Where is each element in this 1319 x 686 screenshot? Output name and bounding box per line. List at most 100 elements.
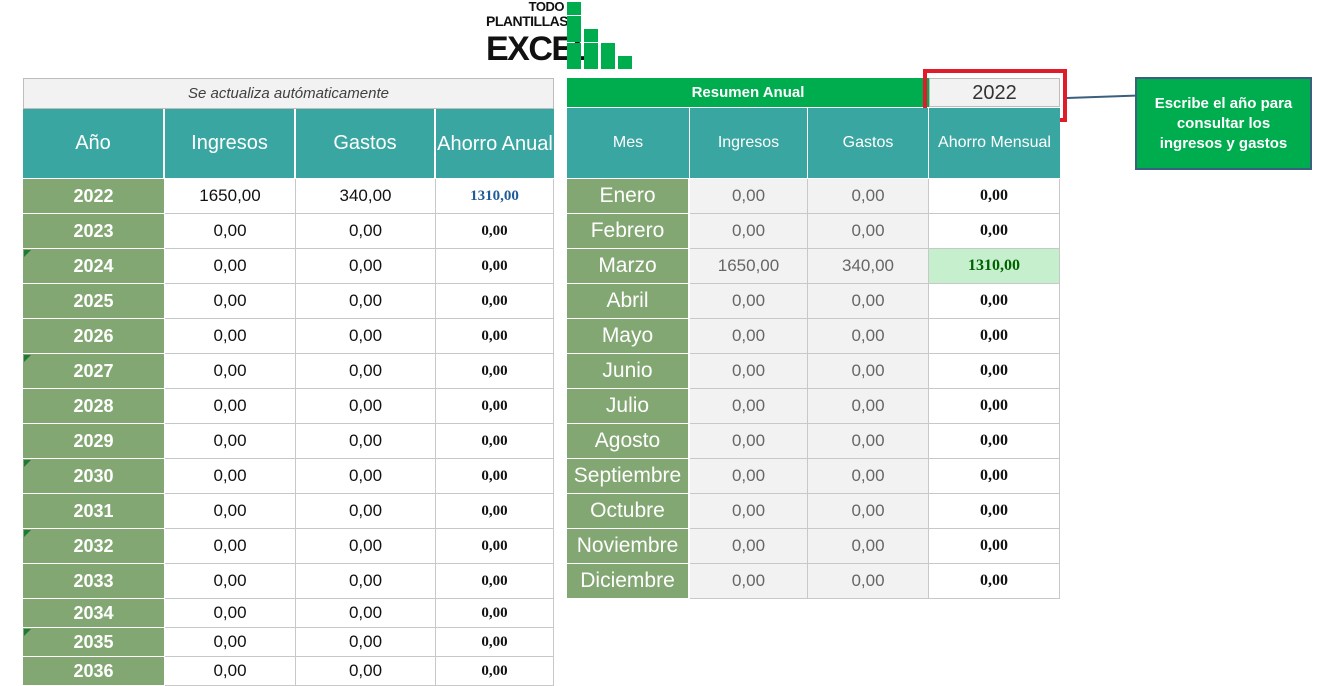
ingresos-cell[interactable]: 0,00 — [165, 424, 296, 459]
gastos-cell[interactable]: 0,00 — [296, 628, 436, 657]
gastos-cell[interactable]: 0,00 — [296, 564, 436, 599]
ingresos-cell[interactable]: 0,00 — [165, 284, 296, 319]
logo-square — [567, 42, 581, 56]
monthly-ingresos-cell[interactable]: 0,00 — [690, 459, 808, 494]
ingresos-cell[interactable]: 0,00 — [165, 354, 296, 389]
monthly-gastos-cell[interactable]: 0,00 — [808, 354, 929, 389]
ahorro-cell[interactable]: 1310,00 — [436, 179, 554, 214]
gastos-cell[interactable]: 0,00 — [296, 354, 436, 389]
ahorro-cell[interactable]: 0,00 — [436, 628, 554, 657]
year-cell: 2026 — [23, 319, 165, 354]
monthly-ahorro-cell[interactable]: 0,00 — [929, 389, 1060, 424]
auto-update-note: Se actualiza autómaticamente — [23, 78, 554, 109]
cell-comment-indicator-icon — [24, 355, 31, 362]
gastos-cell[interactable]: 0,00 — [296, 494, 436, 529]
ahorro-cell[interactable]: 0,00 — [436, 424, 554, 459]
year-cell: 2030 — [23, 459, 165, 494]
annual-table-row: 2030 0,00 0,00 0,00 — [23, 459, 554, 494]
monthly-gastos-cell[interactable]: 0,00 — [808, 494, 929, 529]
ingresos-cell[interactable]: 0,00 — [165, 459, 296, 494]
monthly-gastos-cell[interactable]: 0,00 — [808, 424, 929, 459]
monthly-ahorro-cell[interactable]: 0,00 — [929, 319, 1060, 354]
year-cell: 2035 — [23, 628, 165, 657]
header-gastos: Gastos — [296, 109, 436, 178]
annual-table-row: 2023 0,00 0,00 0,00 — [23, 214, 554, 249]
monthly-ingresos-cell[interactable]: 1650,00 — [690, 249, 808, 284]
monthly-ingresos-cell[interactable]: 0,00 — [690, 424, 808, 459]
month-cell: Febrero — [567, 214, 689, 249]
annual-table-row: 2032 0,00 0,00 0,00 — [23, 529, 554, 564]
monthly-ahorro-cell[interactable]: 0,00 — [929, 179, 1060, 214]
gastos-cell[interactable]: 340,00 — [296, 179, 436, 214]
gastos-cell[interactable]: 0,00 — [296, 389, 436, 424]
monthly-ahorro-cell[interactable]: 0,00 — [929, 564, 1060, 599]
ahorro-cell[interactable]: 0,00 — [436, 284, 554, 319]
ahorro-cell[interactable]: 0,00 — [436, 459, 554, 494]
ahorro-cell[interactable]: 0,00 — [436, 564, 554, 599]
gastos-cell[interactable]: 0,00 — [296, 284, 436, 319]
monthly-ingresos-cell[interactable]: 0,00 — [690, 284, 808, 319]
monthly-ahorro-cell[interactable]: 0,00 — [929, 214, 1060, 249]
ahorro-cell[interactable]: 0,00 — [436, 494, 554, 529]
monthly-gastos-cell[interactable]: 0,00 — [808, 179, 929, 214]
monthly-gastos-cell[interactable]: 0,00 — [808, 529, 929, 564]
monthly-ingresos-cell[interactable]: 0,00 — [690, 564, 808, 599]
cell-comment-indicator-icon — [24, 530, 31, 537]
monthly-ingresos-cell[interactable]: 0,00 — [690, 494, 808, 529]
gastos-cell[interactable]: 0,00 — [296, 319, 436, 354]
monthly-ahorro-cell[interactable]: 1310,00 — [929, 249, 1060, 284]
gastos-cell[interactable]: 0,00 — [296, 424, 436, 459]
ingresos-cell[interactable]: 0,00 — [165, 319, 296, 354]
ingresos-cell[interactable]: 0,00 — [165, 389, 296, 424]
ahorro-cell[interactable]: 0,00 — [436, 319, 554, 354]
ingresos-cell[interactable]: 1650,00 — [165, 179, 296, 214]
ahorro-cell[interactable]: 0,00 — [436, 214, 554, 249]
cell-comment-indicator-icon — [24, 460, 31, 467]
ingresos-cell[interactable]: 0,00 — [165, 214, 296, 249]
logo-line-3: EXCEL — [486, 30, 593, 68]
monthly-ingresos-cell[interactable]: 0,00 — [690, 214, 808, 249]
month-cell: Septiembre — [567, 459, 689, 494]
monthly-ahorro-cell[interactable]: 0,00 — [929, 354, 1060, 389]
monthly-ahorro-cell[interactable]: 0,00 — [929, 424, 1060, 459]
monthly-gastos-cell[interactable]: 0,00 — [808, 564, 929, 599]
monthly-ingresos-cell[interactable]: 0,00 — [690, 389, 808, 424]
monthly-ahorro-cell[interactable]: 0,00 — [929, 529, 1060, 564]
gastos-cell[interactable]: 0,00 — [296, 249, 436, 284]
monthly-ahorro-cell[interactable]: 0,00 — [929, 459, 1060, 494]
ingresos-cell[interactable]: 0,00 — [165, 529, 296, 564]
ahorro-cell[interactable]: 0,00 — [436, 249, 554, 284]
ingresos-cell[interactable]: 0,00 — [165, 599, 296, 628]
gastos-cell[interactable]: 0,00 — [296, 459, 436, 494]
monthly-gastos-cell[interactable]: 0,00 — [808, 214, 929, 249]
year-cell: 2032 — [23, 529, 165, 564]
monthly-ahorro-cell[interactable]: 0,00 — [929, 284, 1060, 319]
monthly-gastos-cell[interactable]: 340,00 — [808, 249, 929, 284]
gastos-cell[interactable]: 0,00 — [296, 214, 436, 249]
year-cell: 2031 — [23, 494, 165, 529]
ingresos-cell[interactable]: 0,00 — [165, 564, 296, 599]
ingresos-cell[interactable]: 0,00 — [165, 628, 296, 657]
monthly-gastos-cell[interactable]: 0,00 — [808, 389, 929, 424]
month-cell: Diciembre — [567, 564, 689, 599]
logo-square — [567, 2, 581, 15]
gastos-cell[interactable]: 0,00 — [296, 599, 436, 628]
ahorro-cell[interactable]: 0,00 — [436, 389, 554, 424]
monthly-ingresos-cell[interactable]: 0,00 — [690, 354, 808, 389]
monthly-ingresos-cell[interactable]: 0,00 — [690, 319, 808, 354]
ahorro-cell[interactable]: 0,00 — [436, 354, 554, 389]
monthly-ingresos-cell[interactable]: 0,00 — [690, 179, 808, 214]
month-cell: Mayo — [567, 319, 689, 354]
gastos-cell[interactable]: 0,00 — [296, 529, 436, 564]
monthly-gastos-cell[interactable]: 0,00 — [808, 319, 929, 354]
monthly-gastos-cell[interactable]: 0,00 — [808, 284, 929, 319]
ahorro-cell[interactable]: 0,00 — [436, 529, 554, 564]
ahorro-cell[interactable]: 0,00 — [436, 599, 554, 628]
ingresos-cell[interactable]: 0,00 — [165, 249, 296, 284]
logo-square — [601, 42, 615, 56]
annual-table-row: 2029 0,00 0,00 0,00 — [23, 424, 554, 459]
monthly-ingresos-cell[interactable]: 0,00 — [690, 529, 808, 564]
monthly-gastos-cell[interactable]: 0,00 — [808, 459, 929, 494]
ingresos-cell[interactable]: 0,00 — [165, 494, 296, 529]
monthly-ahorro-cell[interactable]: 0,00 — [929, 494, 1060, 529]
